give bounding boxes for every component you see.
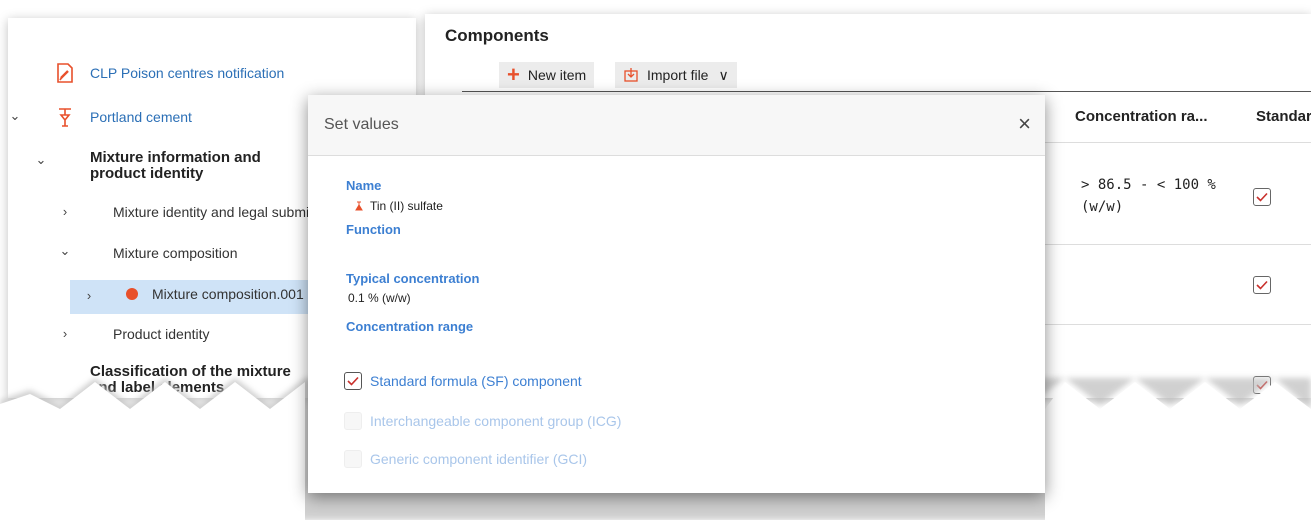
chevron-right-icon[interactable]: › (82, 288, 96, 303)
tree-item-portland-cement[interactable]: Portland cement (54, 106, 192, 128)
checkbox-generic-identifier[interactable]: Generic component identifier (GCI) (344, 450, 587, 468)
import-file-button[interactable]: Import file ∨ (615, 62, 737, 88)
name-label: Name (346, 178, 382, 193)
dialog-header: Set values × (308, 95, 1045, 156)
dialog-body: Name Tin (II) sulfate Function Typical c… (326, 173, 1026, 483)
checkbox-standard-formula[interactable]: Standard formula (SF) component (344, 372, 582, 390)
tree-item-mixture-information[interactable]: Mixture information and product identity (90, 150, 320, 182)
tree-item-mixture-identity[interactable]: Mixture identity and legal submitter (113, 204, 329, 220)
chevron-right-icon[interactable]: › (58, 326, 72, 341)
toolbar-divider (462, 91, 1311, 92)
checkbox-label: Generic component identifier (GCI) (370, 451, 588, 467)
chevron-down-icon[interactable]: ⌄ (8, 108, 22, 124)
tree-item-label: Mixture identity and legal submitter (113, 204, 330, 220)
import-file-label: Import file (647, 67, 709, 83)
checkmark-icon (1256, 192, 1268, 202)
close-icon[interactable]: × (1018, 111, 1031, 137)
checkbox-box[interactable] (344, 372, 362, 390)
column-header-standard[interactable]: Standar (1256, 108, 1311, 125)
tree-item-label: Portland cement (90, 109, 192, 125)
mixture-flask-icon (59, 108, 71, 127)
chevron-down-icon[interactable]: ⌄ (58, 243, 72, 259)
tree-item-clp-notification[interactable]: CLP Poison centres notification (54, 62, 284, 84)
status-dot-icon (126, 288, 138, 300)
function-label: Function (346, 222, 401, 237)
chevron-down-icon: ∨ (718, 66, 729, 83)
checkbox-box[interactable] (344, 412, 362, 430)
checkbox-label: Standard formula (SF) component (370, 373, 582, 389)
row-divider (1025, 324, 1311, 325)
checkbox-interchangeable-group[interactable]: Interchangeable component group (ICG) (344, 412, 621, 430)
standard-checkbox[interactable] (1253, 188, 1271, 206)
tree-item-mixture-composition-001[interactable]: Mixture composition.001 (126, 286, 304, 302)
dialog-form: Name Tin (II) sulfate Function Typical c… (326, 173, 1026, 483)
row-divider (1025, 142, 1311, 143)
typical-concentration-value: 0.1 % (w/w) (348, 291, 411, 305)
tree-item-label: CLP Poison centres notification (90, 65, 285, 81)
chevron-right-icon[interactable]: › (58, 204, 72, 219)
dialog-title: Set values (324, 116, 399, 133)
checkbox-box[interactable] (344, 450, 362, 468)
set-values-dialog: Set values × Name Tin (II) sulfate Funct… (308, 95, 1045, 493)
concentration-range-label: Concentration range (346, 319, 474, 334)
checkbox-label: Interchangeable component group (ICG) (370, 413, 622, 429)
checkmark-icon (347, 376, 359, 386)
tree-item-label: Mixture information and product identity (90, 149, 261, 182)
tree-item-label: Product identity (113, 326, 210, 342)
name-value[interactable]: Tin (II) sulfate (354, 199, 443, 213)
typical-concentration-label: Typical concentration (346, 271, 480, 286)
components-title: Components (445, 26, 549, 45)
table-cell-concentration: > 86.5 - < 100 % (w/w) (1081, 177, 1216, 215)
checkmark-icon (1256, 280, 1268, 290)
tree-item-mixture-composition[interactable]: Mixture composition (113, 245, 238, 261)
new-item-label: New item (527, 67, 587, 83)
notification-doc-icon (57, 63, 73, 83)
column-header-concentration-range[interactable]: Concentration ra... (1075, 108, 1208, 125)
substance-flask-icon (355, 201, 363, 210)
tree-item-label: Mixture composition (113, 245, 238, 261)
row-divider (1025, 244, 1311, 245)
name-value-text: Tin (II) sulfate (370, 199, 443, 213)
tree-item-label: Mixture composition.001 (152, 286, 304, 302)
plus-icon: + (507, 62, 520, 87)
import-file-icon (624, 68, 638, 82)
new-item-button[interactable]: + New item (499, 62, 595, 88)
standard-checkbox[interactable] (1253, 276, 1271, 294)
tree-item-product-identity[interactable]: Product identity (113, 326, 210, 342)
chevron-down-icon[interactable]: ⌄ (34, 152, 48, 168)
